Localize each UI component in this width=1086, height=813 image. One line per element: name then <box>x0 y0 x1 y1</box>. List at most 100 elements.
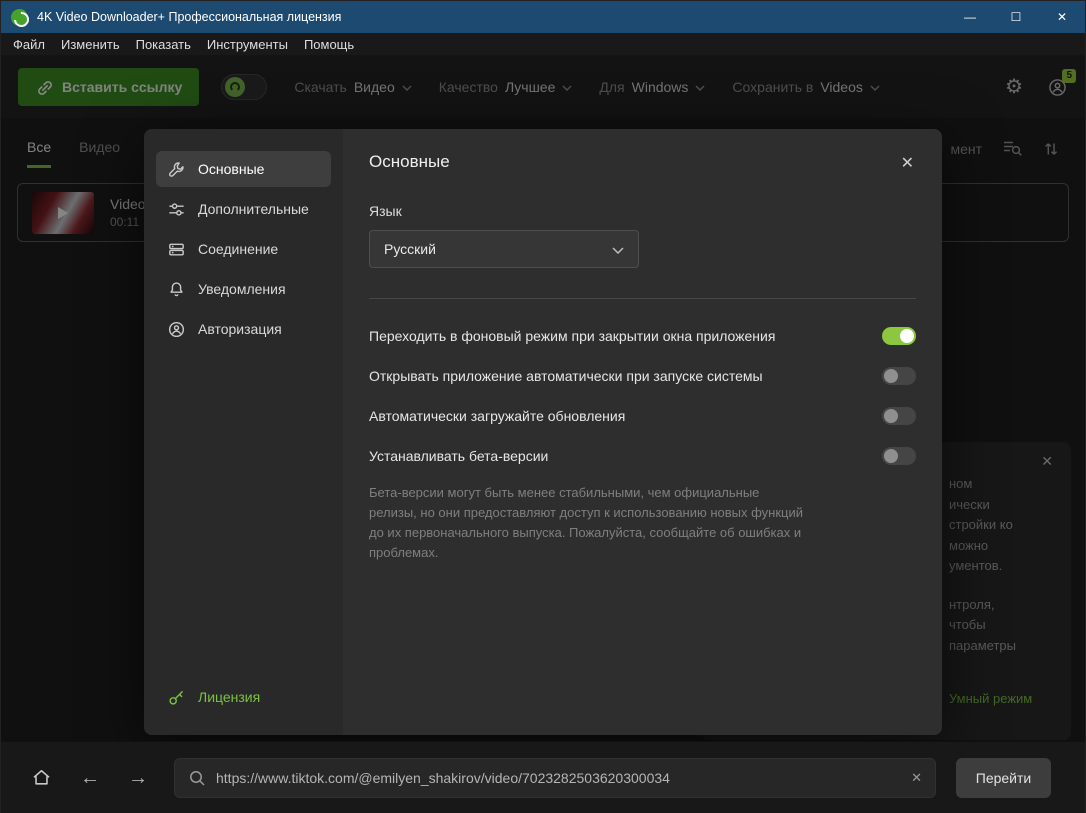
sliders-icon <box>167 200 186 219</box>
menu-view[interactable]: Показать <box>128 37 199 52</box>
panel-text: ном ически стройки ко можно ументов. нтр… <box>949 474 1032 710</box>
window-controls: — ☐ ✕ <box>947 1 1085 33</box>
dialog-title: Основные <box>369 152 916 172</box>
toolbar-right: ⚙ 5 <box>1005 77 1068 98</box>
forward-arrow-icon[interactable]: → <box>128 768 148 788</box>
sidebar-item-notifications[interactable]: Уведомления <box>156 271 331 307</box>
download-type-label: Скачать <box>294 79 347 95</box>
download-type-value: Видео <box>354 79 395 95</box>
chevron-down-icon <box>562 85 572 91</box>
settings-content: Основные ✕ Язык Русский Переходить в фон… <box>343 129 942 735</box>
close-button[interactable]: ✕ <box>1039 1 1085 33</box>
url-field: ✕ <box>174 758 936 798</box>
chevron-down-icon <box>695 85 705 91</box>
menu-tools[interactable]: Инструменты <box>199 37 296 52</box>
video-meta: Video 00:11 <box>110 196 146 229</box>
toggle-switch[interactable] <box>882 447 916 465</box>
sidebar-item-advanced[interactable]: Дополнительные <box>156 191 331 227</box>
toggle-knob <box>900 329 914 343</box>
panel-line: можно <box>949 536 1032 557</box>
tab-video[interactable]: Видео <box>79 139 120 168</box>
content-area: Вставить ссылку Скачать Видео Качество Л… <box>1 56 1085 741</box>
toggle-knob <box>884 409 898 423</box>
save-to-dropdown[interactable]: Сохранить в Videos <box>732 79 879 95</box>
url-input[interactable] <box>216 770 901 786</box>
settings-gear-icon[interactable]: ⚙ <box>1005 77 1023 97</box>
sidebar-item-general[interactable]: Основные <box>156 151 331 187</box>
video-duration: 00:11 <box>110 215 146 229</box>
menu-file[interactable]: Файл <box>5 37 53 52</box>
sidebar-item-label: Основные <box>198 161 264 177</box>
setting-row-beta: Устанавливать бета-версии <box>369 447 916 465</box>
maximize-button[interactable]: ☐ <box>993 1 1039 33</box>
panel-line: ически <box>949 495 1032 516</box>
panel-line: параметры <box>949 636 1032 657</box>
panel-line: ном <box>949 474 1032 495</box>
panel-line: ументов. <box>949 556 1032 577</box>
sidebar-item-label: Соединение <box>198 241 278 257</box>
language-select[interactable]: Русский <box>369 230 639 268</box>
toggle-knob <box>884 369 898 383</box>
toolbar: Вставить ссылку Скачать Видео Качество Л… <box>1 56 1085 118</box>
sidebar-item-authorization[interactable]: Авторизация <box>156 311 331 347</box>
menubar: Файл Изменить Показать Инструменты Помощ… <box>1 33 1085 56</box>
video-title: Video <box>110 196 146 212</box>
tab-all[interactable]: Все <box>27 139 51 168</box>
minimize-button[interactable]: — <box>947 1 993 33</box>
sidebar-item-label: Лицензия <box>198 689 260 705</box>
panel-close-icon[interactable]: ✕ <box>1041 453 1053 470</box>
clear-url-icon[interactable]: ✕ <box>911 770 922 786</box>
toggle-knob <box>884 449 898 463</box>
bell-icon <box>167 280 186 299</box>
panel-line: стройки ко <box>949 515 1032 536</box>
play-icon <box>58 207 68 219</box>
setting-label: Автоматически загружайте обновления <box>369 408 645 424</box>
setting-row-auto-updates: Автоматически загружайте обновления <box>369 407 916 425</box>
titlebar: 4K Video Downloader+ Профессиональная ли… <box>1 1 1085 33</box>
bottom-bar: ← → ✕ Перейти <box>1 741 1085 813</box>
paste-link-button[interactable]: Вставить ссылку <box>18 68 199 106</box>
key-icon <box>167 688 186 707</box>
sidebar-item-label: Авторизация <box>198 321 282 337</box>
account-badge: 5 <box>1062 69 1076 83</box>
go-button[interactable]: Перейти <box>956 758 1051 798</box>
chevron-down-icon <box>402 85 412 91</box>
quality-dropdown[interactable]: Качество Лучшее <box>439 79 573 95</box>
language-label: Язык <box>369 203 916 219</box>
header-text-fragment: мент <box>950 141 982 157</box>
sidebar-item-label: Уведомления <box>198 281 286 297</box>
toggle-switch[interactable] <box>882 407 916 425</box>
user-circle-icon <box>167 320 186 339</box>
save-to-value: Videos <box>820 79 863 95</box>
setting-label: Открывать приложение автоматически при з… <box>369 368 783 384</box>
smart-mode-link[interactable]: Умный режим <box>949 689 1032 710</box>
search-icon <box>188 769 206 787</box>
divider <box>369 298 916 299</box>
app-logo-icon <box>11 9 28 26</box>
toggle-switch[interactable] <box>882 327 916 345</box>
sidebar-item-license[interactable]: Лицензия <box>156 679 331 715</box>
search-list-icon[interactable] <box>1002 139 1023 158</box>
app-window: 4K Video Downloader+ Профессиональная ли… <box>0 0 1086 813</box>
smart-mode-toggle[interactable] <box>221 74 267 100</box>
dialog-close-icon[interactable]: ✕ <box>901 153 914 173</box>
language-select-value: Русский <box>384 241 436 257</box>
toggle-switch[interactable] <box>882 367 916 385</box>
platform-dropdown[interactable]: Для Windows <box>599 79 705 95</box>
wrench-icon <box>167 160 186 179</box>
video-thumbnail <box>32 192 94 234</box>
setting-label: Устанавливать бета-версии <box>369 448 568 464</box>
home-icon[interactable] <box>31 767 52 788</box>
download-type-dropdown[interactable]: Скачать Видео <box>294 79 411 95</box>
menu-edit[interactable]: Изменить <box>53 37 128 52</box>
menu-help[interactable]: Помощь <box>296 37 362 52</box>
sidebar-item-label: Дополнительные <box>198 201 309 217</box>
panel-line: чтобы <box>949 615 1032 636</box>
paste-link-label: Вставить ссылку <box>62 79 182 95</box>
back-arrow-icon[interactable]: ← <box>80 768 100 788</box>
setting-row-autostart: Открывать приложение автоматически при з… <box>369 367 916 385</box>
sort-icon[interactable] <box>1043 140 1059 158</box>
account-icon[interactable]: 5 <box>1047 77 1068 98</box>
sidebar-item-connection[interactable]: Соединение <box>156 231 331 267</box>
link-icon <box>35 78 53 96</box>
